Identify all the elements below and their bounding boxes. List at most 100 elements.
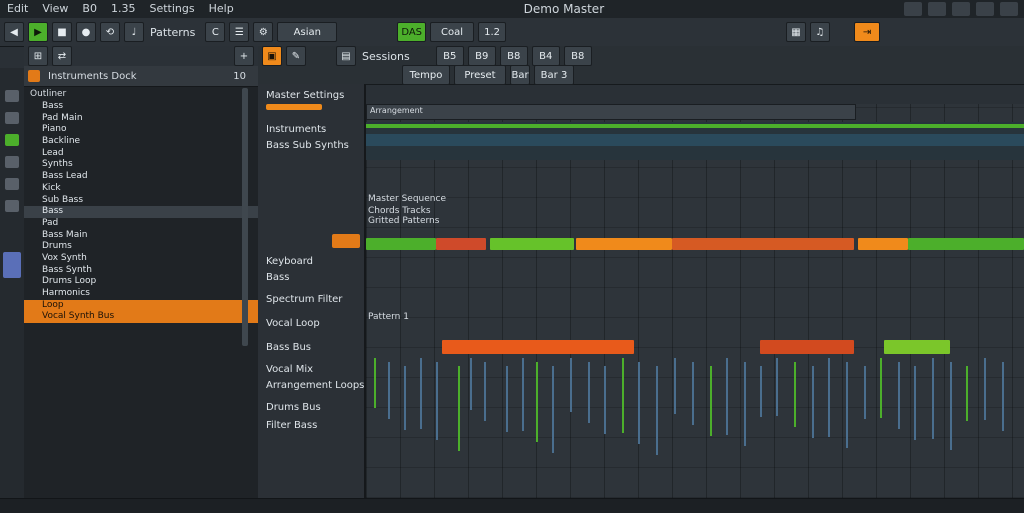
menu-help[interactable]: Help (202, 0, 241, 18)
folder-icon[interactable] (5, 90, 19, 102)
window-icon[interactable] (904, 2, 922, 16)
chan-button-3[interactable]: B8 (499, 46, 528, 66)
clip-green-1[interactable] (366, 238, 436, 250)
clip-green-3[interactable] (908, 238, 1024, 250)
chan-button-4[interactable]: B4 (531, 46, 560, 66)
browser-add-button[interactable]: + (234, 46, 254, 66)
track-label-bass-bus[interactable]: Bass Bus (266, 342, 311, 353)
clock-icon[interactable] (5, 112, 19, 124)
browser-tree-item[interactable]: Bass Main (24, 230, 258, 242)
grid-icon[interactable]: ▦ (786, 22, 807, 42)
clip-pattern-2[interactable] (760, 340, 854, 354)
browser-tree-item[interactable]: Synths (24, 159, 258, 171)
browser-tab-2[interactable]: ⇄ (52, 46, 72, 66)
timeline-ruler[interactable] (366, 104, 856, 120)
clip-orange-1[interactable] (576, 238, 672, 250)
preset-field[interactable]: Preset (454, 65, 506, 85)
browser-tree-item[interactable]: Bass Synth (24, 265, 258, 277)
browser-tab-1[interactable]: ⊞ (28, 46, 48, 66)
track-label-arrangement[interactable]: Arrangement Loops (266, 380, 364, 391)
note-line (388, 362, 390, 419)
preset-icon[interactable] (5, 200, 19, 212)
track-label-bass-sub[interactable]: Bass Sub Synths (266, 140, 349, 151)
browser-tree-item[interactable]: Harmonics (24, 288, 258, 300)
menu-edit[interactable]: Edit (0, 0, 35, 18)
master-level-bar[interactable] (266, 104, 322, 110)
browser-tree-item[interactable]: Sub Bass (24, 195, 258, 207)
browser-tree-item[interactable]: Vox Synth (24, 253, 258, 265)
browser-header: Instruments Dock 10 (24, 66, 258, 87)
orange-marker-button[interactable] (332, 234, 360, 248)
browser-tree-item[interactable]: Lead (24, 148, 258, 160)
display-box[interactable]: Asian (277, 22, 338, 42)
browser-tree-item[interactable]: Bass (24, 101, 258, 113)
playlist-tool-button[interactable]: ▣ (262, 46, 282, 66)
browser-tree-item[interactable]: Pad (24, 218, 258, 230)
browser-tree-item[interactable]: Bass (24, 206, 258, 218)
note-line (470, 358, 472, 410)
track-label-keyboard[interactable]: Keyboard (266, 256, 313, 267)
track-label-drums-bus[interactable]: Drums Bus (266, 402, 321, 413)
chan-button-5[interactable]: B8 (563, 46, 592, 66)
play-button[interactable]: ▶ (28, 22, 48, 42)
browser-tree-item[interactable]: Drums Loop (24, 276, 258, 288)
channel-button[interactable]: ⚙ (253, 22, 274, 42)
back-button[interactable]: ◀ (4, 22, 24, 42)
chan-button-2[interactable]: B9 (467, 46, 496, 66)
search-icon[interactable] (976, 2, 994, 16)
browser-tree-item[interactable]: Piano (24, 124, 258, 136)
track-label-bass[interactable]: Bass (266, 272, 289, 283)
browser-scrollbar[interactable] (242, 88, 248, 346)
automation-clip-green[interactable] (366, 124, 1024, 128)
clip-red-1[interactable] (436, 238, 486, 250)
track-label-vocal-mix[interactable]: Vocal Mix (266, 364, 313, 375)
stop-button[interactable]: ■ (52, 22, 72, 42)
browser-tree-item-bottom[interactable]: Vocal Synth Bus (24, 311, 258, 324)
menu-version[interactable]: 1.35 (104, 0, 143, 18)
clip-pattern-3[interactable] (884, 340, 950, 354)
browser-tree-item[interactable]: Backline (24, 136, 258, 148)
effect-icon[interactable] (5, 178, 19, 190)
export-button[interactable]: ⇥ (854, 22, 881, 42)
snap-button[interactable]: C (205, 22, 226, 42)
track-label-filter-bass[interactable]: Filter Bass (266, 420, 317, 431)
bar-field[interactable]: Bar (510, 65, 530, 85)
clip-orange-2[interactable] (672, 238, 854, 250)
automation-clip-blue[interactable] (366, 134, 1024, 146)
browser-section[interactable]: Outliner (24, 87, 258, 101)
track-label-spectrum[interactable]: Spectrum Filter (266, 294, 342, 305)
browser-tree-item[interactable]: Drums (24, 241, 258, 253)
browser-tree-item[interactable]: Bass Lead (24, 171, 258, 183)
counter-label: 1.2 (484, 26, 500, 38)
clip-pattern-1[interactable] (442, 340, 634, 354)
mode-button[interactable]: DAS (397, 22, 427, 42)
track-label-master[interactable]: Master Settings (266, 90, 344, 101)
sample-icon[interactable] (5, 156, 19, 168)
mixer-button[interactable]: ☰ (229, 22, 250, 42)
clip-orange-3[interactable] (858, 238, 908, 250)
menu-b0[interactable]: B0 (75, 0, 104, 18)
menu-settings[interactable]: Settings (142, 0, 201, 18)
menu-view[interactable]: View (35, 0, 75, 18)
chan-button-1[interactable]: B5 (435, 46, 464, 66)
browser-tree-item[interactable]: Kick (24, 183, 258, 195)
monitor-icon[interactable] (928, 2, 946, 16)
piano-icon[interactable]: ♫ (810, 22, 831, 42)
track-label-vocal-loop[interactable]: Vocal Loop (266, 318, 320, 329)
record-button[interactable]: ● (76, 22, 96, 42)
plugin-icon[interactable] (5, 134, 19, 146)
metronome-button[interactable]: ♩ (124, 22, 144, 42)
browser-tree-item-bottom[interactable]: Loop (24, 299, 258, 312)
bar3-field[interactable]: Bar 3 (534, 65, 574, 85)
browser-tree-item[interactable]: Pad Main (24, 113, 258, 125)
gradient-icon[interactable] (3, 252, 21, 278)
playlist-snap-button[interactable]: ▤ (336, 46, 356, 66)
clip-green-2[interactable] (490, 238, 574, 250)
track-label-instruments[interactable]: Instruments (266, 124, 326, 135)
playlist-grid[interactable]: Arrangement Master Sequence Chords Track… (366, 104, 1024, 498)
record-icon[interactable] (952, 2, 970, 16)
tempo-field[interactable]: Tempo (402, 65, 450, 85)
loop-button[interactable]: ⟲ (100, 22, 120, 42)
settings-icon[interactable] (1000, 2, 1018, 16)
playlist-pencil-button[interactable]: ✎ (286, 46, 306, 66)
